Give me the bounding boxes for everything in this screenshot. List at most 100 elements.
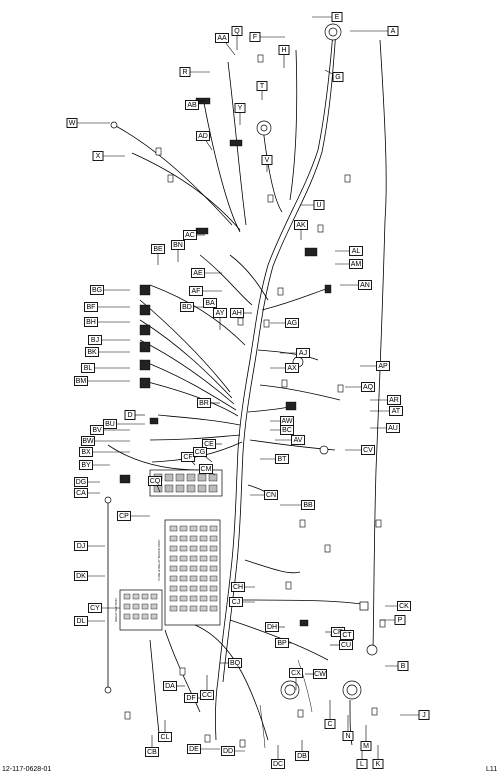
callout-ca: CA — [74, 488, 88, 498]
callout-v: V — [261, 155, 273, 165]
callout-text-cy: CY — [90, 605, 100, 612]
callout-w: W — [66, 118, 78, 128]
callout-text-am: AM — [351, 261, 362, 268]
callout-be: BE — [151, 244, 165, 254]
callout-text-q: Q — [234, 28, 240, 35]
callout-text-dc: DC — [273, 761, 283, 768]
callout-dk: DK — [74, 571, 88, 581]
callout-text-ap: AP — [378, 363, 388, 370]
callout-text-b: B — [401, 663, 406, 670]
callout-av: AV — [291, 435, 305, 445]
callout-text-f: F — [253, 34, 257, 41]
callout-f: F — [249, 32, 261, 42]
callout-text-l: L — [360, 761, 364, 768]
callout-cl: CL — [158, 732, 172, 742]
callout-text-bl: BL — [84, 365, 93, 372]
callout-text-bm: BM — [76, 378, 87, 385]
callout-cn: CN — [264, 490, 278, 500]
callout-text-dd: DD — [223, 748, 233, 755]
callout-text-db: DB — [297, 753, 307, 760]
callout-text-bp: BP — [277, 640, 287, 647]
callout-ag: AG — [285, 318, 299, 328]
callout-text-bn: BN — [173, 242, 183, 249]
figure-id: 12-117-0628-01 — [2, 766, 52, 773]
callout-cv: CV — [361, 445, 375, 455]
callout-y: Y — [234, 103, 246, 113]
callout-text-aa: AA — [217, 35, 227, 42]
callout-bf: BF — [84, 302, 98, 312]
callout-text-cb: CB — [147, 749, 157, 756]
callout-au: AU — [386, 423, 400, 433]
callout-at: AT — [389, 406, 403, 416]
relay-center-label: RIGHT SECTION — [114, 598, 118, 621]
callout-p: P — [394, 615, 406, 625]
callout-bv: BV — [90, 425, 104, 435]
callout-text-bw: BW — [82, 438, 94, 445]
callout-ay: AY — [213, 308, 227, 318]
callout-cb: CB — [145, 747, 159, 757]
callout-text-aj: AJ — [299, 350, 307, 357]
callout-text-df: DF — [186, 695, 195, 702]
callout-text-ax: AX — [287, 365, 297, 372]
callout-a: A — [387, 26, 399, 36]
callout-text-av: AV — [294, 437, 303, 444]
callout-ac: AC — [183, 230, 197, 240]
callout-ba: BA — [203, 298, 217, 308]
callout-cy: CY — [88, 603, 102, 613]
callout-bk: BK — [85, 347, 99, 357]
callout-text-bk: BK — [87, 349, 97, 356]
callout-de: DE — [187, 744, 201, 754]
callout-text-d: D — [127, 412, 132, 419]
callout-text-ca: CA — [76, 490, 86, 497]
callout-text-cf: CF — [183, 454, 192, 461]
callout-text-bf: BF — [87, 304, 96, 311]
callout-cq: CQ — [148, 476, 162, 486]
callout-text-h: H — [281, 47, 286, 54]
callout-ax: AX — [285, 363, 299, 373]
callout-text-bt: BT — [278, 456, 288, 463]
callout-text-at: AT — [392, 408, 401, 415]
callout-text-bq: BQ — [230, 660, 241, 667]
callout-dh: DH — [265, 622, 279, 632]
callout-text-e: E — [335, 14, 340, 21]
callout-text-cq: CQ — [150, 478, 161, 485]
callout-cf: CF — [181, 452, 195, 462]
callout-text-dk: DK — [76, 573, 86, 580]
callout-c: C — [324, 719, 336, 729]
callout-text-ar: AR — [389, 397, 399, 404]
callout-bj: BJ — [88, 335, 102, 345]
callout-labels: ABCDEFGHJKLMNPQRTUVWXYAAABACADAEAFAGAHAJ… — [66, 12, 430, 769]
callout-text-de: DE — [189, 746, 199, 753]
callout-j: J — [418, 710, 430, 720]
callout-bn: BN — [171, 240, 185, 250]
callout-text-cp: CP — [119, 513, 129, 520]
callout-t: T — [256, 81, 268, 91]
callout-am: AM — [349, 259, 363, 269]
fuse-relay-block: FUSE & RELAY BLOCK ASSY — [157, 519, 221, 626]
callout-text-cn: CN — [266, 492, 276, 499]
callout-by: BY — [79, 460, 93, 470]
callout-cu: CU — [339, 640, 353, 650]
callout-x: X — [92, 151, 104, 161]
callout-text-cu: CU — [341, 642, 351, 649]
callout-bt: BT — [275, 454, 289, 464]
callout-ck: CK — [397, 601, 411, 611]
callout-text-al: AL — [352, 248, 361, 255]
callout-text-bg: BG — [92, 287, 102, 294]
callout-text-n: N — [345, 733, 350, 740]
callout-b: B — [397, 661, 409, 671]
callout-text-bh: BH — [86, 319, 96, 326]
callout-text-g: G — [335, 74, 340, 81]
callout-bh: BH — [84, 317, 98, 327]
callout-df: DF — [184, 693, 198, 703]
callout-text-ba: BA — [205, 300, 215, 307]
callout-text-cw: CW — [314, 671, 326, 678]
callout-text-w: W — [69, 120, 76, 127]
callout-bu: BU — [103, 419, 117, 429]
callout-ah: AH — [230, 308, 244, 318]
callout-cm: CM — [199, 464, 213, 474]
callout-text-p: P — [398, 617, 403, 624]
callout-text-c: C — [327, 721, 332, 728]
callout-text-bd: BD — [182, 304, 192, 311]
callout-text-bx: BX — [81, 449, 91, 456]
